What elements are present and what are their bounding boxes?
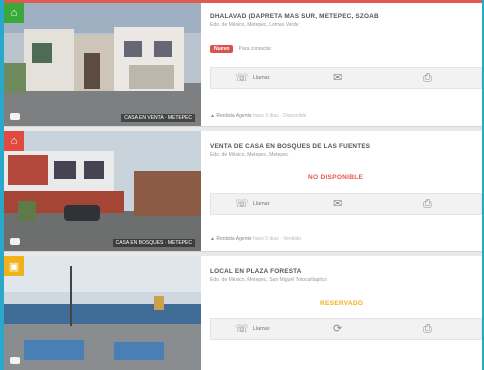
listing-footer: ▲ Rentista Agente hace 5 dias · Vendido [210, 236, 301, 242]
call-action[interactable]: ☏ Llamar [235, 70, 270, 86]
photo-caption: CASA EN BOSQUES · METEPEC [112, 239, 195, 247]
phone-icon: ☏ [235, 71, 249, 84]
share-icon: ⟳ [333, 322, 343, 335]
house-photo-image [4, 3, 201, 126]
listing-type-badge: ▣ [4, 256, 24, 276]
footer-note: hace 5 dias · Vendido [253, 236, 302, 242]
status-label: RESERVADO [320, 300, 364, 307]
new-tag: Nuevo [210, 45, 234, 53]
camera-icon[interactable] [10, 113, 20, 120]
agent-icon: ▲ [210, 113, 215, 119]
listing-photo[interactable]: ⌂ CASA EN BOSQUES · METEPEC [4, 131, 201, 251]
listing-card[interactable]: ⌂ CASA EN BOSQUES · METEPEC VENTA DE CAS… [4, 131, 482, 252]
agent-label[interactable]: Rentista Agente [216, 113, 251, 119]
home-icon: ⌂ [10, 7, 18, 19]
message-action[interactable]: ✉ [333, 70, 342, 86]
listing-type-badge: ⌂ [4, 3, 24, 23]
share-action[interactable]: ⟳ [333, 321, 342, 337]
call-label: Llamar [252, 201, 270, 207]
print-icon: ⎙ [423, 197, 432, 210]
call-label: Llamar [252, 75, 270, 81]
listing-type-badge: ⌂ [4, 131, 24, 151]
listing-actions: ☏ Llamar ⟳ ⎙ [210, 318, 482, 340]
print-icon: ⎙ [423, 71, 432, 84]
plaza-photo-image [4, 256, 201, 370]
listing-card[interactable]: ⌂ CASA EN VENTA · METEPEC DHALAVAD (DAPR… [4, 3, 482, 127]
listing-address: Edo. de México, Metepec, Lomas Verde [210, 22, 299, 28]
listing-actions: ☏ Llamar ✉ ⎙ [210, 67, 482, 89]
listings-panel: ⌂ CASA EN VENTA · METEPEC DHALAVAD (DAPR… [4, 0, 482, 370]
print-action[interactable]: ⎙ [423, 321, 432, 337]
listing-photo[interactable]: ⌂ CASA EN VENTA · METEPEC [4, 3, 201, 126]
tag-note: Para contactar [238, 46, 272, 52]
footer-note: hace 3 dias · Disponible [253, 113, 307, 119]
call-action[interactable]: ☏ Llamar [235, 321, 270, 337]
message-icon: ✉ [333, 197, 343, 210]
call-label: Llamar [252, 326, 270, 332]
status-label: NO DISPONIBLE [308, 174, 364, 181]
store-icon: ▣ [8, 260, 20, 273]
listing-title[interactable]: LOCAL EN PLAZA FORESTA [210, 268, 302, 275]
phone-icon: ☏ [235, 197, 249, 210]
message-icon: ✉ [333, 71, 343, 84]
print-icon: ⎙ [423, 322, 432, 335]
house-photo-image [4, 131, 201, 251]
call-action[interactable]: ☏ Llamar [235, 196, 270, 212]
print-action[interactable]: ⎙ [423, 196, 432, 212]
listing-footer: ▲ Rentista Agente hace 3 dias · Disponib… [210, 113, 306, 119]
listing-actions: ☏ Llamar ✉ ⎙ [210, 193, 482, 215]
listing-address: Edo. de México, Metepec, Metepec [210, 152, 289, 158]
listing-title[interactable]: VENTA DE CASA EN BOSQUES DE LAS FUENTES [210, 143, 370, 150]
phone-icon: ☏ [235, 322, 249, 335]
home-icon: ⌂ [10, 135, 18, 147]
listing-card[interactable]: ▣ LOCAL EN PLAZA FORESTA Edo. de México,… [4, 256, 482, 370]
listing-title[interactable]: DHALAVAD (DAPRETA MAS SUR, METEPEC, SZOA… [210, 13, 379, 20]
camera-icon[interactable] [10, 238, 20, 245]
listing-address: Edo. de México, Metepec, San Miguel Toto… [210, 277, 327, 283]
listing-photo[interactable]: ▣ [4, 256, 201, 370]
print-action[interactable]: ⎙ [423, 70, 432, 86]
agent-icon: ▲ [210, 236, 215, 242]
message-action[interactable]: ✉ [333, 196, 342, 212]
agent-label[interactable]: Rentista Agente [216, 236, 251, 242]
camera-icon[interactable] [10, 357, 20, 364]
photo-caption: CASA EN VENTA · METEPEC [121, 114, 195, 122]
